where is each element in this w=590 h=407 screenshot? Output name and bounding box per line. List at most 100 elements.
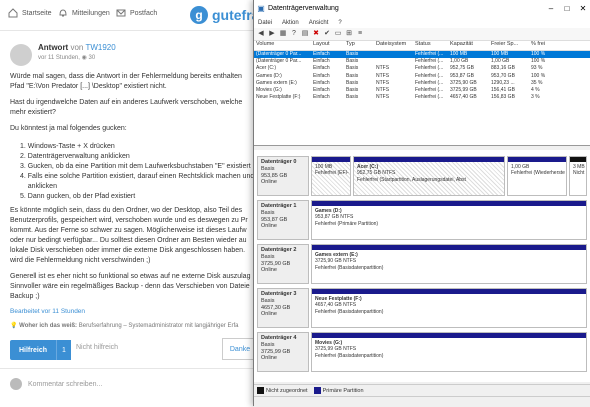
table-row[interactable]: Games extern (E:) Einfach Basis NTFS Fehlerf… (254, 80, 590, 87)
partition[interactable]: Movies (G:) 3725,99 GB NTFS Fehlerfrei (Ba… (311, 332, 587, 372)
answer-by: von (70, 43, 84, 52)
table-cell: 93 % (531, 65, 543, 72)
edited-link[interactable]: Bearbeitet vor 11 Stunden (10, 308, 85, 315)
partition-status: Fehlerfrei (Basisdatenpartition) (315, 352, 384, 359)
window-titlebar[interactable]: ▣ Datenträgerverwaltung – □ ✕ (254, 0, 590, 17)
table-row[interactable]: Movies (G:) Einfach Basis NTFS Fehlerfrei (.… (254, 87, 590, 94)
not-helpful-button[interactable]: Nicht hilfreich (76, 344, 118, 351)
table-cell: Einfach (313, 79, 330, 86)
col-filesystem[interactable]: Dateisystem (374, 41, 413, 50)
comment-placeholder: Kommentar schreiben... (28, 380, 103, 388)
table-body: (Datenträger 0 Par... Einfach Basis Fehlerf… (254, 51, 590, 101)
table-cell: Einfach (313, 51, 330, 57)
logo-mark-icon: g (190, 6, 208, 24)
table-cell: 156,41 GB (491, 86, 515, 93)
col-percent-free[interactable]: % frei (529, 41, 559, 50)
table-row[interactable]: Games (D:) Einfach Basis NTFS Fehlerfrei (..… (254, 73, 590, 80)
answer-line: Pfad "E:\Von Predator [...] \Desktop" ex… (10, 83, 167, 90)
list-icon[interactable]: ≡ (356, 30, 364, 38)
table-cell: Basis (346, 58, 359, 65)
partition-text: Movies (G:) 3725,99 GB NTFS Fehlerfrei (Ba… (312, 338, 586, 361)
disk-label[interactable]: Datenträger 3 Basis 4657,30 GB Online (257, 288, 309, 328)
table-cell: (Datenträger 0 Par... (256, 58, 302, 65)
answer-heading: Antwort (38, 43, 69, 52)
col-volume[interactable]: Volume (254, 41, 311, 50)
partition[interactable]: 100 MB Fehlerfrei (EFI- (311, 156, 351, 196)
table-cell: 100 % (531, 51, 546, 57)
table-row[interactable]: (Datenträger 0 Par... Einfach Basis Fehlerf… (254, 58, 590, 65)
table-cell: 3 % (531, 94, 540, 101)
table-cell: Fehlerfrei (... (415, 79, 444, 86)
col-type[interactable]: Typ (344, 41, 374, 50)
partition[interactable]: Games extern (E:) 3725,90 GB NTFS Fehlerfr… (311, 244, 587, 284)
table-cell: Einfach (313, 58, 330, 65)
disk-state: Online (261, 355, 277, 362)
disk-label[interactable]: Datenträger 1 Basis 953,87 GB Online (257, 200, 309, 240)
menu-help[interactable]: ? (338, 20, 341, 26)
unallocated-swatch (257, 387, 264, 394)
legend-unallocated: Nicht zugeordnet (257, 387, 308, 394)
disk-name: Datenträger 1 (261, 203, 297, 209)
disk-map: Datenträger 0 Basis 953,85 GB Online 100 MB F… (254, 150, 590, 382)
back-icon[interactable]: ◀ (257, 30, 265, 38)
step-item: 2. Datenträgerverwaltung anklicken (20, 153, 130, 160)
unallocated-space[interactable]: 3 MB Nicht (569, 156, 587, 196)
table-row[interactable]: (Datenträger 0 Par... Einfach Basis Fehlerf… (254, 51, 590, 59)
disk-size: 953,85 GB (261, 172, 288, 179)
table-cell: 156,83 GB (491, 94, 515, 101)
disk-label[interactable]: Datenträger 2 Basis 3725,90 GB Online (257, 244, 309, 284)
check-icon[interactable]: ✔ (323, 30, 331, 38)
disk-type: Basis (261, 341, 275, 348)
col-layout[interactable]: Layout (311, 41, 344, 50)
table-cell: Fehlerfrei (... (415, 51, 444, 57)
partition[interactable]: 1,00 GB Fehlerfrei (Wiederherste (507, 156, 567, 196)
disk-name: Datenträger 0 (261, 159, 297, 165)
steps-list: 1. Windows-Taste + X drücken 2. Datenträ… (20, 142, 254, 202)
disk-size: 3725,99 GB (261, 348, 291, 355)
menu-action[interactable]: Aktion (282, 20, 299, 26)
delete-icon[interactable]: ✖ (312, 30, 320, 38)
open-icon[interactable]: ▭ (334, 30, 342, 38)
table-row[interactable]: Acer (C:) Einfach Basis NTFS Fehlerfrei (...… (254, 65, 590, 72)
disk-label[interactable]: Datenträger 4 Basis 3725,99 GB Online (257, 332, 309, 372)
close-icon[interactable]: ✕ (575, 0, 590, 17)
answer-user-link[interactable]: TW1920 (85, 43, 115, 52)
table-cell: 100 % (531, 58, 546, 65)
col-status[interactable]: Status (413, 41, 448, 50)
table-cell: Basis (346, 51, 359, 57)
partition[interactable]: Neue Festplatte (F:) 4657,40 GB NTFS Fehle… (311, 288, 587, 328)
partition-text: 1,00 GB Fehlerfrei (Wiederherste (508, 162, 566, 179)
helpful-button[interactable]: Hilfreich (10, 340, 56, 360)
col-capacity[interactable]: Kapazität (448, 41, 489, 50)
table-cell: Acer (C:) (256, 65, 276, 72)
nav-inbox[interactable]: Postfach (116, 8, 157, 18)
properties-icon[interactable]: ▤ (301, 30, 309, 38)
menu-file[interactable]: Datei (258, 20, 272, 26)
col-free[interactable]: Freier Sp... (489, 41, 529, 50)
view-icon[interactable]: ▦ (279, 30, 287, 38)
table-cell: NTFS (376, 72, 390, 79)
table-cell: Basis (346, 72, 359, 79)
nav-notifications[interactable]: Mitteilungen (58, 8, 110, 18)
knowledge-label: Woher ich das weiß: (19, 323, 78, 329)
table-cell: (Datenträger 0 Par... (256, 51, 302, 57)
forward-icon[interactable]: ▶ (268, 30, 276, 38)
comment-avatar (10, 378, 22, 390)
table-row[interactable]: Neue Festplatte (F:) Einfach Basis NTFS Fehl… (254, 94, 590, 101)
answer-line: Sinnvoller wäre ein regelmäßiges Backup … (10, 283, 250, 290)
disk-label[interactable]: Datenträger 0 Basis 953,85 GB Online (257, 156, 309, 196)
table-cell: Games (D:) (256, 72, 282, 79)
table-cell: 1,00 GB (450, 58, 469, 65)
avatar[interactable] (10, 44, 32, 66)
nav-home[interactable]: Startseite (8, 8, 52, 18)
disk-state: Online (261, 179, 277, 186)
partition[interactable]: Games (D:) 953,87 GB NTFS Fehlerfrei (Prim… (311, 200, 587, 240)
minimize-icon[interactable]: – (543, 0, 559, 17)
partition[interactable]: Acer (C:) 952,75 GB NTFS Fehlerfrei (Start… (353, 156, 505, 196)
maximize-icon[interactable]: □ (559, 0, 575, 17)
help-icon[interactable]: ? (290, 30, 298, 38)
eye-icon: ◉ (81, 55, 87, 61)
comment-field[interactable]: Kommentar schreiben... (10, 376, 250, 392)
explore-icon[interactable]: ⊞ (345, 30, 353, 38)
menu-view[interactable]: Ansicht (309, 20, 329, 26)
